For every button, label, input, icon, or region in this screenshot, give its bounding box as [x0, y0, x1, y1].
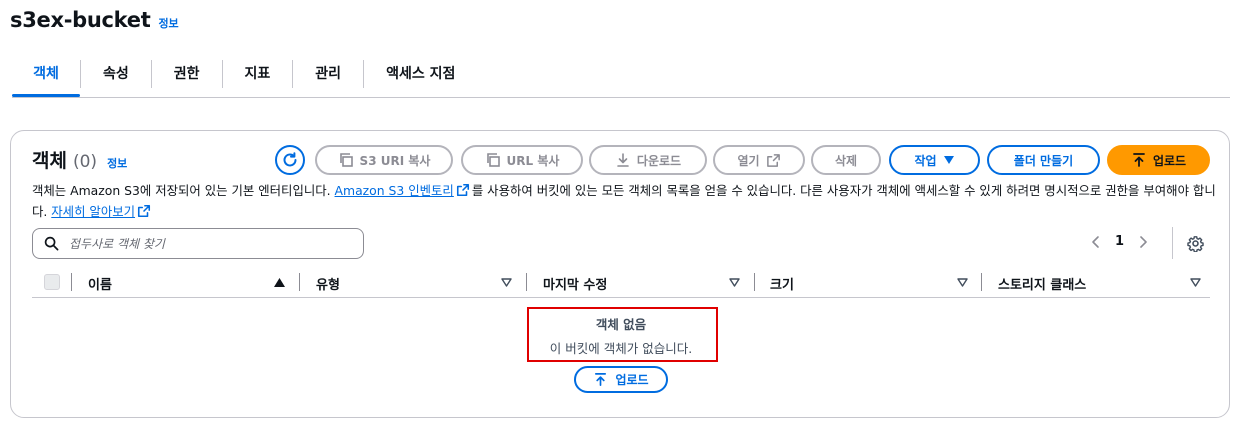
download-icon [617, 153, 629, 167]
sort-icon[interactable] [729, 278, 740, 287]
select-all-checkbox[interactable] [44, 274, 60, 290]
info-link[interactable]: 정보 [158, 15, 178, 31]
copy-url-button[interactable]: URL 복사 [461, 145, 583, 175]
chevron-right-icon[interactable] [1138, 235, 1148, 249]
page-number[interactable]: 1 [1115, 234, 1124, 249]
sort-ascending-icon[interactable] [274, 278, 285, 287]
actions-label: 작업 [914, 153, 937, 168]
delete-button[interactable]: 삭제 [811, 145, 881, 175]
column-divider [299, 273, 300, 291]
copy-s3-uri-button[interactable]: S3 URI 복사 [315, 145, 453, 175]
column-storage-class[interactable]: 스토리지 클래스 [998, 274, 1086, 293]
learn-more-link[interactable]: 자세히 알아보기 [51, 204, 135, 219]
empty-state-upload-button[interactable]: 업로드 [574, 366, 668, 393]
chevron-left-icon[interactable] [1091, 235, 1101, 249]
tab-management[interactable]: 관리 [293, 60, 363, 96]
objects-panel: 객체 (0) 정보 S3 URI 복사 URL 복사 다운로드 열기 삭제 작업… [10, 130, 1230, 418]
tab-permissions[interactable]: 권한 [152, 60, 222, 96]
copy-icon [339, 153, 353, 167]
tab-metrics[interactable]: 지표 [223, 60, 293, 96]
objects-title: 객체 [32, 150, 67, 172]
pager-divider [1172, 227, 1173, 259]
external-link-icon [137, 204, 151, 218]
refresh-icon [283, 152, 297, 167]
copy-s3-uri-label: S3 URI 복사 [359, 153, 431, 168]
download-label: 다운로드 [636, 153, 682, 168]
upload-icon [595, 373, 607, 386]
open-button[interactable]: 열기 [713, 145, 805, 175]
external-link-icon [456, 183, 469, 197]
table-header: 이름 유형 마지막 수정 크기 스토리지 클래스 [32, 269, 1210, 298]
column-size[interactable]: 크기 [770, 274, 794, 293]
objects-description: 객체는 Amazon S3에 저장되어 있는 기본 엔터티입니다. Amazon… [32, 180, 1217, 222]
objects-count: (0) [72, 152, 98, 172]
upload-icon [1133, 153, 1145, 167]
create-folder-label: 폴더 만들기 [1013, 153, 1074, 168]
inventory-link[interactable]: Amazon S3 인벤토리 [335, 183, 454, 198]
tab-bar: 객체 속성 권한 지표 관리 액세스 지점 [12, 60, 1230, 98]
column-divider [71, 273, 72, 291]
tab-objects[interactable]: 객체 [12, 60, 80, 97]
delete-label: 삭제 [834, 153, 858, 168]
refresh-button[interactable] [275, 145, 305, 175]
panel-heading: 객체 (0) 정보 [32, 146, 127, 173]
empty-state-upload-label: 업로드 [615, 373, 649, 387]
download-button[interactable]: 다운로드 [589, 145, 707, 175]
column-last-modified[interactable]: 마지막 수정 [543, 274, 607, 293]
sort-icon[interactable] [501, 278, 512, 287]
caret-down-icon [943, 156, 954, 164]
sort-icon[interactable] [1190, 278, 1201, 287]
column-divider [981, 273, 982, 291]
bucket-title: s3ex-bucket [10, 8, 151, 32]
search-input[interactable] [69, 236, 349, 251]
gear-icon[interactable] [1187, 235, 1204, 252]
copy-url-label: URL 복사 [506, 153, 560, 168]
column-divider [526, 273, 527, 291]
column-type[interactable]: 유형 [316, 274, 340, 293]
tab-access-points[interactable]: 액세스 지점 [364, 60, 477, 96]
sort-icon[interactable] [957, 278, 968, 287]
search-box [32, 228, 364, 259]
description-text: 객체는 Amazon S3에 저장되어 있는 기본 엔터티입니다. [32, 183, 335, 198]
search-icon [44, 236, 59, 251]
column-divider [754, 273, 755, 291]
column-name[interactable]: 이름 [88, 274, 112, 293]
empty-state-title: 객체 없음 [595, 317, 647, 332]
objects-info-link[interactable]: 정보 [107, 155, 127, 171]
upload-label: 업로드 [1152, 153, 1187, 168]
page-header: s3ex-bucket 정보 [10, 8, 179, 32]
copy-icon [486, 153, 500, 167]
pagination: 1 [1091, 234, 1148, 249]
upload-button[interactable]: 업로드 [1107, 145, 1210, 175]
empty-state-message: 이 버킷에 객체가 없습니다. [549, 341, 693, 356]
actions-dropdown[interactable]: 작업 [889, 145, 980, 175]
tab-properties[interactable]: 속성 [81, 60, 151, 96]
external-link-icon [766, 153, 780, 167]
create-folder-button[interactable]: 폴더 만들기 [987, 145, 1100, 175]
open-label: 열기 [737, 153, 760, 168]
